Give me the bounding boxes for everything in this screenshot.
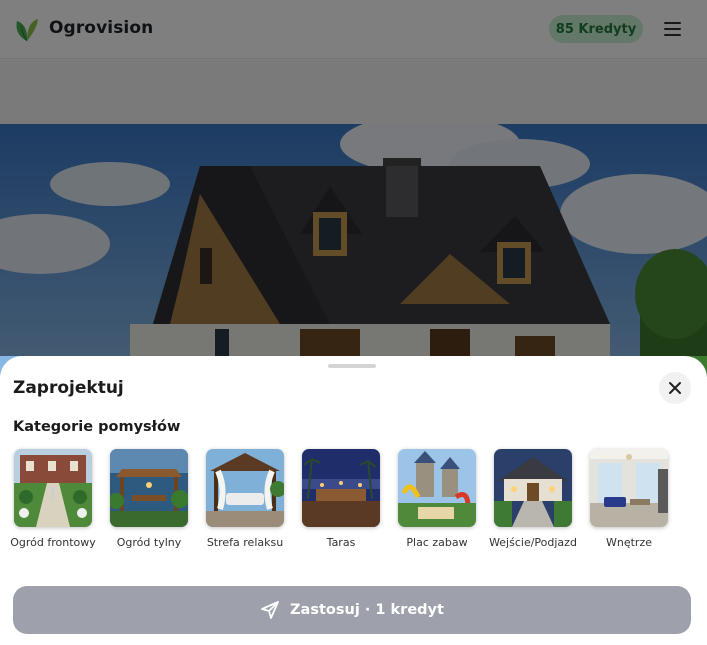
leaf-logo-icon[interactable] (13, 15, 41, 43)
credits-badge[interactable]: 85 Kredyty (549, 15, 643, 43)
section-title: Kategorie pomysłów (13, 419, 181, 435)
category-label: Wnętrze (606, 536, 652, 549)
close-icon (669, 382, 681, 394)
category-thumbnail (206, 449, 284, 527)
category-thumbnail (302, 449, 380, 527)
house-photo (0, 124, 707, 384)
category-thumbnail (14, 449, 92, 527)
close-button[interactable] (659, 372, 691, 404)
category-label: Wejście/Podjazd (489, 536, 577, 549)
send-icon (261, 601, 279, 619)
category-label: Taras (326, 536, 356, 549)
menu-icon[interactable] (664, 22, 681, 36)
app-header: Ogrovision 85 Kredyty (0, 0, 707, 59)
category-label: Ogród frontowy (10, 536, 96, 549)
category-label: Strefa relaksu (206, 536, 284, 549)
category-thumbnail (110, 449, 188, 527)
brand-name: Ogrovision (49, 18, 154, 38)
category-thumbnail (494, 449, 572, 527)
design-sheet: Zaprojektuj Kategorie pomysłów Ogród fro… (0, 356, 707, 645)
category-thumbnail (590, 449, 668, 527)
category-thumbnail (398, 449, 476, 527)
sheet-title: Zaprojektuj (13, 378, 124, 398)
drag-handle[interactable] (328, 364, 376, 368)
category-label: Plac zabaw (406, 536, 468, 549)
sub-toolbar (0, 60, 707, 124)
apply-button[interactable]: Zastosuj · 1 kredyt (13, 586, 691, 634)
apply-button-label: Zastosuj · 1 kredyt (290, 602, 444, 618)
category-label: Ogród tylny (116, 536, 182, 549)
